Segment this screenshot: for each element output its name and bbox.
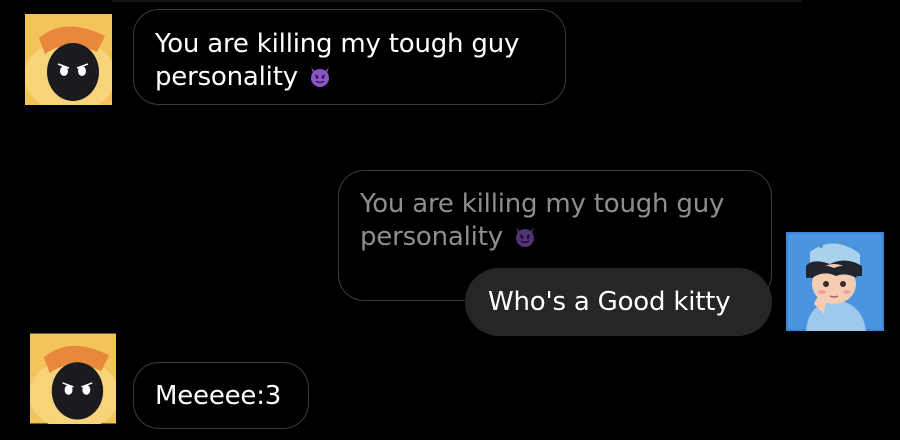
smiling-devil-emoji	[308, 64, 332, 88]
sent-reply-bubble[interactable]: Who's a Good kitty	[465, 268, 772, 336]
received-message-bubble[interactable]: You are killing my tough guy personality	[133, 9, 566, 105]
quoted-text-line2: personality	[360, 222, 503, 252]
divider	[112, 0, 802, 2]
reply-text: Who's a Good kitty	[488, 287, 731, 317]
message-text: Meeeee:3	[155, 381, 282, 411]
smiling-devil-emoji	[513, 224, 537, 248]
received-message-bubble[interactable]: Meeeee:3	[133, 362, 309, 429]
chat-thread: You are killing my tough guy personality…	[0, 0, 900, 440]
duck-hood-avatar-icon[interactable]	[25, 14, 112, 105]
message-text-line1: You are killing my tough guy	[155, 29, 520, 59]
blue-boy-avatar-icon[interactable]	[786, 232, 884, 331]
duck-hood-avatar-icon[interactable]	[30, 333, 116, 424]
message-text-line2: personality	[155, 62, 298, 92]
quoted-text-line1: You are killing my tough guy	[360, 189, 725, 219]
